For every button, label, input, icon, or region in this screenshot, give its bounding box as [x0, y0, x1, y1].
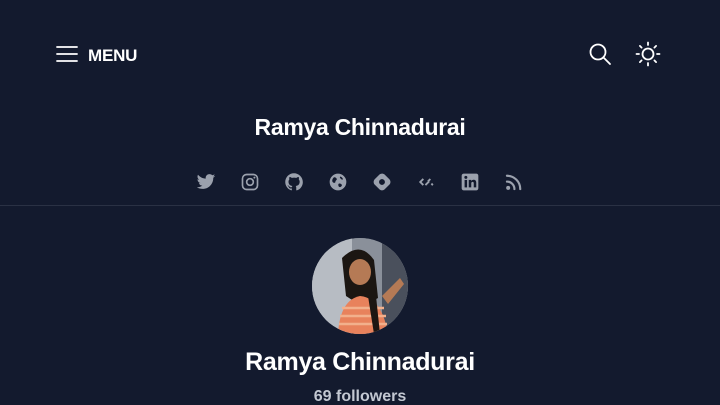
hamburger-icon	[56, 45, 78, 68]
instagram-icon[interactable]	[240, 172, 260, 192]
github-icon[interactable]	[284, 172, 304, 192]
author-avatar[interactable]	[312, 238, 408, 334]
search-icon	[588, 42, 612, 71]
blog-header: MENU Ramya Chinnadurai	[0, 0, 720, 206]
menu-label: MENU	[88, 46, 138, 65]
menu-button[interactable]: MENU	[56, 44, 137, 68]
hashnode-icon[interactable]	[372, 172, 392, 192]
rss-icon[interactable]	[504, 172, 524, 192]
author-photo	[312, 238, 408, 334]
author-name[interactable]: Ramya Chinnadurai	[0, 348, 720, 377]
website-icon[interactable]	[328, 172, 348, 192]
social-links	[0, 172, 720, 192]
theme-toggle-button[interactable]	[634, 41, 662, 72]
followers-count[interactable]: 69 followers	[0, 388, 720, 405]
devto-icon[interactable]	[416, 172, 436, 192]
blog-title[interactable]: Ramya Chinnadurai	[0, 114, 720, 141]
twitter-icon[interactable]	[196, 172, 216, 192]
sun-icon	[635, 41, 661, 72]
search-button[interactable]	[586, 42, 614, 70]
linkedin-icon[interactable]	[460, 172, 480, 192]
